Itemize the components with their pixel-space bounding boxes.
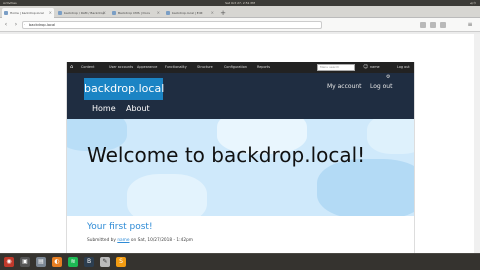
download-icon[interactable] [430, 22, 436, 28]
welcome-heading: Welcome to backdrop.local! [87, 143, 366, 167]
forward-icon[interactable]: › [12, 21, 20, 29]
extension-icon[interactable] [440, 22, 446, 28]
firefox-icon[interactable]: ◐ [52, 257, 62, 267]
spotify-icon[interactable]: ≋ [68, 257, 78, 267]
favicon-icon [58, 11, 62, 15]
close-icon[interactable]: × [49, 8, 52, 18]
back-icon[interactable]: ‹ [2, 21, 10, 29]
admin-user-accounts[interactable]: User accounts [109, 62, 133, 73]
chrome-icon[interactable]: ◉ [4, 257, 14, 267]
favicon-icon [4, 11, 8, 15]
tab-label: Backdrop CMS | Docs [118, 11, 150, 15]
admin-content[interactable]: Content [81, 62, 95, 73]
backdrop-site: ⌂ Content User accounts Appearance Funct… [66, 62, 415, 253]
menu-about[interactable]: About [126, 104, 150, 113]
close-icon[interactable]: × [157, 8, 160, 18]
tab-docs[interactable]: Backdrop CMS | Docs × [110, 8, 162, 18]
admin-bar: ⌂ Content User accounts Appearance Funct… [67, 62, 414, 73]
tab-bar: Home | backdrop.local × backdrop / RAM /… [0, 6, 480, 18]
browser-viewport: ⌂ Content User accounts Appearance Funct… [0, 34, 480, 253]
site-name-logo[interactable]: backdrop.local [84, 78, 164, 100]
admin-configuration[interactable]: Configuration [224, 62, 247, 73]
logout-link[interactable]: Log out [370, 83, 392, 90]
hero-banner: Welcome to backdrop.local! [67, 119, 414, 216]
admin-structure[interactable]: Structure [197, 62, 213, 73]
author-link[interactable]: name [117, 238, 129, 243]
screen: Activities Sat Oct 27, 2:51 PM ◂) ⏻ Home… [0, 0, 480, 270]
admin-appearance[interactable]: Appearance [137, 62, 157, 73]
hero-pattern [127, 174, 207, 216]
admin-logout-link[interactable]: Log out [397, 62, 410, 73]
gear-icon[interactable]: ⚙ [386, 74, 390, 80]
sublime-icon[interactable]: S [116, 257, 126, 267]
backdrop-icon[interactable]: B [84, 257, 94, 267]
favicon-icon [112, 11, 116, 15]
favicon-icon [166, 11, 170, 15]
post-title-link[interactable]: Your first post! [87, 222, 153, 232]
meta-suffix: on Sat, 10/27/2018 - 1:42pm [130, 238, 193, 243]
menu-icon[interactable]: ≡ [466, 21, 474, 29]
admin-reports[interactable]: Reports [257, 62, 270, 73]
my-account-link[interactable]: My account [327, 83, 362, 90]
site-header: backdrop.local ⚙ My account Log out Home… [67, 73, 414, 119]
url-bar[interactable]: · backdrop.local [22, 21, 322, 29]
bookmark-icon[interactable] [420, 22, 426, 28]
url-text: backdrop.local [29, 23, 56, 27]
terminal-icon[interactable]: ▣ [20, 257, 30, 267]
post-meta: Submitted by name on Sat, 10/27/2018 - 1… [87, 238, 193, 243]
tab-home[interactable]: Home | backdrop.local × [2, 8, 54, 18]
new-tab-button[interactable]: + [218, 8, 228, 18]
hero-pattern [317, 159, 414, 216]
scrollbar[interactable] [474, 34, 480, 253]
tab-edit[interactable]: backdrop.local | Edit × [164, 8, 216, 18]
tab-label: Home | backdrop.local [10, 11, 44, 15]
text-editor-icon[interactable]: ✎ [100, 257, 110, 267]
tab-label: backdrop / RAM / Backdrop [64, 11, 105, 15]
tab-label: backdrop.local | Edit [172, 11, 203, 15]
admin-user-link[interactable]: name [370, 62, 380, 73]
lock-icon: · [24, 22, 26, 27]
tab-ram[interactable]: backdrop / RAM / Backdrop × [56, 8, 108, 18]
taskbar: ◉ ▣ ▤ ◐ ≋ B ✎ S [0, 253, 480, 270]
close-icon[interactable]: × [103, 8, 106, 18]
hero-pattern [367, 119, 414, 154]
home-icon[interactable]: ⌂ [70, 62, 73, 73]
nav-bar: ‹ › · backdrop.local ≡ [0, 18, 480, 32]
meta-prefix: Submitted by [87, 238, 116, 243]
admin-functionality[interactable]: Functionality [165, 62, 187, 73]
user-icon: ☺ [363, 64, 369, 70]
close-icon[interactable]: × [211, 8, 214, 18]
menu-search-input[interactable]: Menu search [317, 64, 355, 71]
files-icon[interactable]: ▤ [36, 257, 46, 267]
menu-home[interactable]: Home [92, 104, 116, 113]
